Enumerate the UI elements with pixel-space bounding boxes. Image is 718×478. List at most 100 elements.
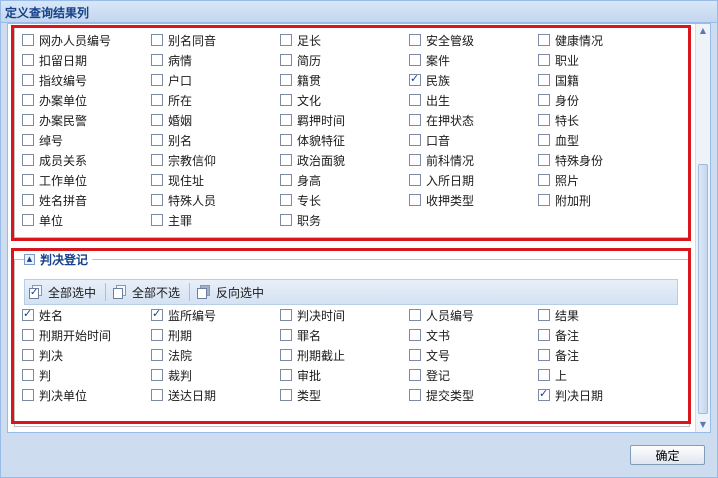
- column-checkbox[interactable]: [22, 74, 34, 86]
- column-option[interactable]: 上: [538, 366, 666, 384]
- column-checkbox[interactable]: [409, 154, 421, 166]
- column-option[interactable]: 成员关系: [22, 151, 150, 169]
- column-checkbox[interactable]: [280, 214, 292, 226]
- column-option[interactable]: 姓名拼音: [22, 191, 150, 209]
- vertical-scrollbar[interactable]: ▲ ▼: [695, 24, 710, 432]
- column-checkbox[interactable]: [151, 174, 163, 186]
- column-checkbox[interactable]: [151, 307, 163, 321]
- column-option[interactable]: 办案单位: [22, 91, 150, 109]
- column-checkbox[interactable]: [538, 34, 550, 46]
- column-option[interactable]: 指纹编号: [22, 71, 150, 89]
- scrollbar-thumb[interactable]: [698, 164, 708, 414]
- column-checkbox[interactable]: [280, 174, 292, 186]
- column-option[interactable]: 口音: [409, 131, 537, 149]
- column-option[interactable]: 职业: [538, 51, 666, 69]
- column-option[interactable]: 国籍: [538, 71, 666, 89]
- column-option[interactable]: 职务: [280, 211, 408, 229]
- column-option[interactable]: 体貌特征: [280, 131, 408, 149]
- column-checkbox[interactable]: [538, 114, 550, 126]
- column-option[interactable]: 备注: [538, 326, 666, 344]
- column-checkbox[interactable]: [151, 54, 163, 66]
- column-option[interactable]: 判决单位: [22, 386, 150, 404]
- column-checkbox[interactable]: [280, 389, 292, 401]
- column-checkbox[interactable]: [280, 134, 292, 146]
- column-checkbox[interactable]: [280, 34, 292, 46]
- column-checkbox[interactable]: [151, 194, 163, 206]
- column-checkbox[interactable]: [409, 369, 421, 381]
- column-option[interactable]: 别名同音: [151, 31, 279, 49]
- column-option[interactable]: 扣留日期: [22, 51, 150, 69]
- column-option[interactable]: 文书: [409, 326, 537, 344]
- column-option[interactable]: 判决: [22, 346, 150, 364]
- column-checkbox[interactable]: [280, 94, 292, 106]
- column-option[interactable]: 特殊人员: [151, 191, 279, 209]
- column-checkbox[interactable]: [280, 114, 292, 126]
- column-checkbox[interactable]: [22, 369, 34, 381]
- column-option[interactable]: 附加刑: [538, 191, 666, 209]
- column-checkbox[interactable]: [409, 329, 421, 341]
- column-checkbox[interactable]: [409, 194, 421, 206]
- column-checkbox[interactable]: [538, 369, 550, 381]
- column-checkbox[interactable]: [538, 329, 550, 341]
- column-option[interactable]: 安全管级: [409, 31, 537, 49]
- column-checkbox[interactable]: [151, 114, 163, 126]
- column-option[interactable]: 婚姻: [151, 111, 279, 129]
- column-option[interactable]: 刑期: [151, 326, 279, 344]
- column-checkbox[interactable]: [22, 134, 34, 146]
- title-bar[interactable]: 定义查询结果列: [1, 1, 717, 23]
- scroll-up-icon[interactable]: ▲: [698, 26, 708, 36]
- column-option[interactable]: 文化: [280, 91, 408, 109]
- column-checkbox[interactable]: [538, 94, 550, 106]
- column-option[interactable]: 民族: [409, 71, 537, 89]
- column-checkbox[interactable]: [538, 174, 550, 186]
- column-checkbox[interactable]: [22, 94, 34, 106]
- column-option[interactable]: 提交类型: [409, 386, 537, 404]
- column-option[interactable]: 所在: [151, 91, 279, 109]
- column-checkbox[interactable]: [409, 54, 421, 66]
- column-option[interactable]: 类型: [280, 386, 408, 404]
- column-option[interactable]: 审批: [280, 366, 408, 384]
- column-checkbox[interactable]: [22, 214, 34, 226]
- column-option[interactable]: 监所编号: [151, 306, 279, 324]
- column-checkbox[interactable]: [409, 72, 421, 86]
- column-option[interactable]: 罪名: [280, 326, 408, 344]
- select-none-button[interactable]: 全部不选: [109, 281, 186, 303]
- column-checkbox[interactable]: [538, 194, 550, 206]
- column-checkbox[interactable]: [538, 74, 550, 86]
- column-checkbox[interactable]: [409, 114, 421, 126]
- column-checkbox[interactable]: [538, 134, 550, 146]
- column-option[interactable]: 送达日期: [151, 386, 279, 404]
- column-option[interactable]: 判决时间: [280, 306, 408, 324]
- column-option[interactable]: 籍贯: [280, 71, 408, 89]
- column-checkbox[interactable]: [280, 309, 292, 321]
- column-checkbox[interactable]: [151, 349, 163, 361]
- column-checkbox[interactable]: [22, 307, 34, 321]
- column-option[interactable]: 户口: [151, 71, 279, 89]
- scroll-down-icon[interactable]: ▼: [698, 420, 708, 430]
- column-checkbox[interactable]: [151, 34, 163, 46]
- column-option[interactable]: 羁押时间: [280, 111, 408, 129]
- column-option[interactable]: 别名: [151, 131, 279, 149]
- column-checkbox[interactable]: [22, 389, 34, 401]
- column-option[interactable]: 宗教信仰: [151, 151, 279, 169]
- column-option[interactable]: 登记: [409, 366, 537, 384]
- column-checkbox[interactable]: [22, 54, 34, 66]
- column-checkbox[interactable]: [151, 214, 163, 226]
- column-checkbox[interactable]: [280, 54, 292, 66]
- column-option[interactable]: 前科情况: [409, 151, 537, 169]
- column-checkbox[interactable]: [151, 134, 163, 146]
- column-checkbox[interactable]: [22, 34, 34, 46]
- column-option[interactable]: 简历: [280, 51, 408, 69]
- column-checkbox[interactable]: [538, 349, 550, 361]
- column-option[interactable]: 主罪: [151, 211, 279, 229]
- column-option[interactable]: 身高: [280, 171, 408, 189]
- column-checkbox[interactable]: [151, 389, 163, 401]
- column-option[interactable]: 在押状态: [409, 111, 537, 129]
- column-checkbox[interactable]: [409, 94, 421, 106]
- column-checkbox[interactable]: [22, 154, 34, 166]
- column-checkbox[interactable]: [280, 194, 292, 206]
- column-option[interactable]: 身份: [538, 91, 666, 109]
- column-option[interactable]: 特殊身份: [538, 151, 666, 169]
- column-checkbox[interactable]: [409, 134, 421, 146]
- column-option[interactable]: 绰号: [22, 131, 150, 149]
